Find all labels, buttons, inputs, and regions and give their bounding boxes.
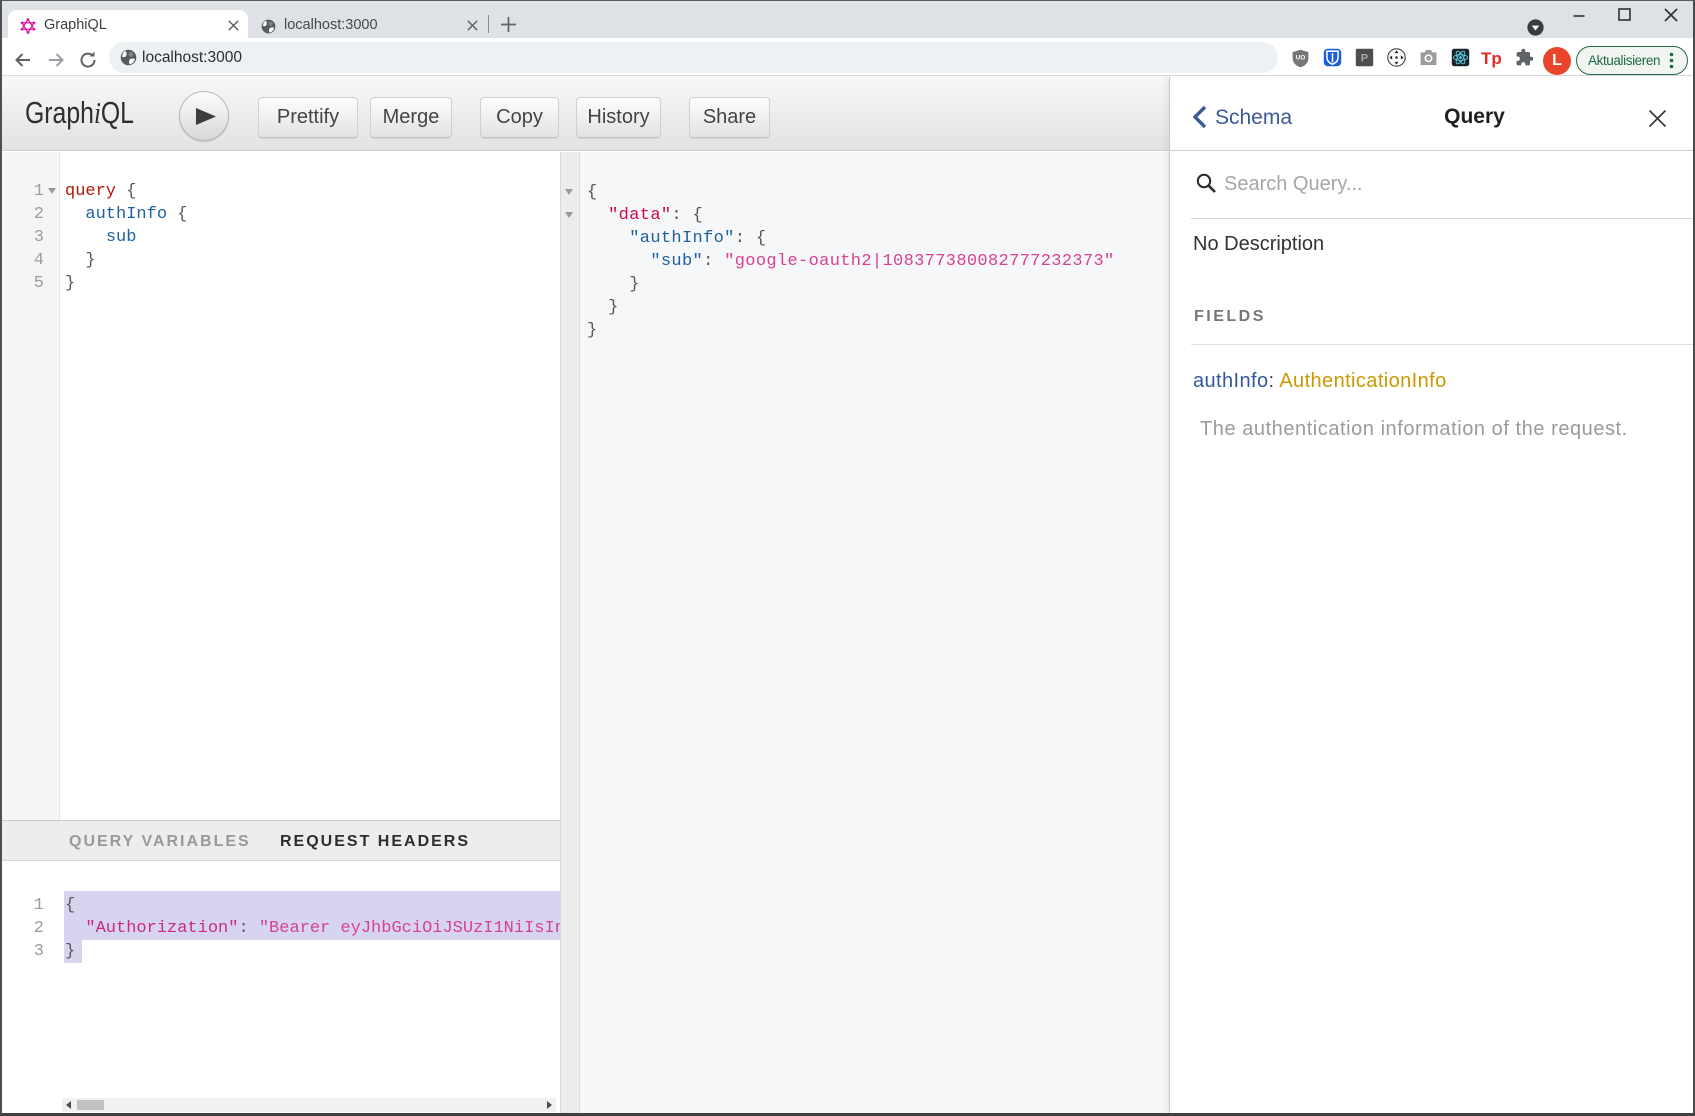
svg-text:P: P [1361, 52, 1369, 64]
svg-text:UO: UO [1296, 55, 1306, 62]
